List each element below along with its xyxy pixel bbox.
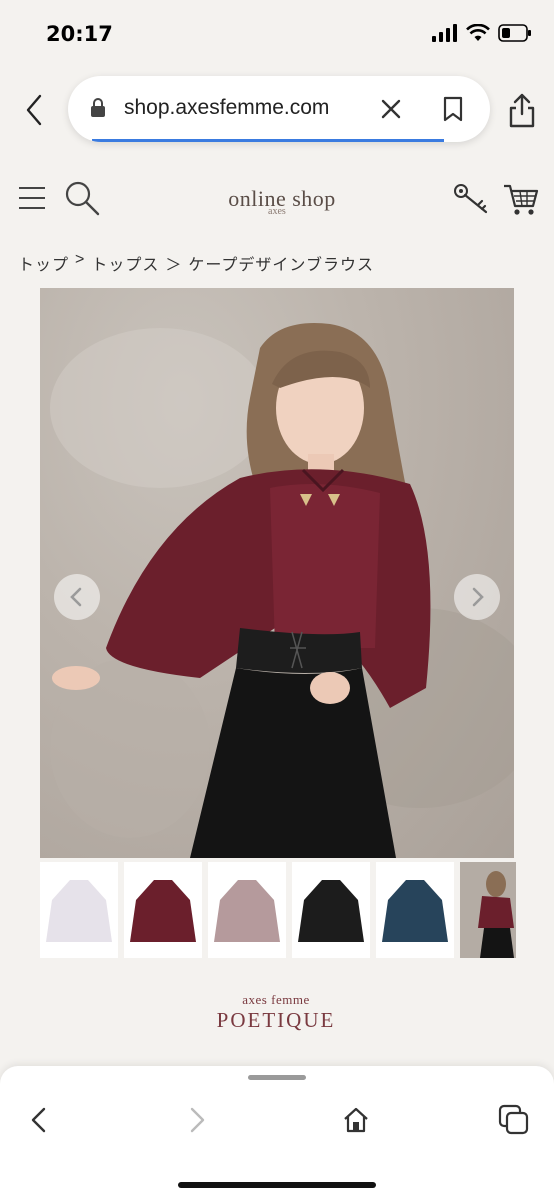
thumbnail-model[interactable] [460,862,516,958]
chevron-right-icon [472,587,484,607]
home-indicator [178,1182,376,1188]
status-time: 20:17 [46,22,113,46]
back-icon[interactable] [28,1106,50,1134]
thumbnail-navy[interactable] [376,862,454,958]
forward-icon[interactable] [186,1106,208,1134]
site-logo[interactable]: online shop axes [222,186,342,226]
breadcrumb-current: ケープデザインブラウス [188,257,374,274]
back-icon[interactable] [20,92,48,128]
carousel-next-button[interactable] [454,574,500,620]
blouse-shape [298,880,364,942]
signal-icon [432,24,457,42]
tabs-icon[interactable] [498,1104,530,1136]
bookmark-icon[interactable] [442,96,464,122]
cart-icon[interactable] [502,180,540,218]
blouse-shape [382,880,448,942]
blouse-shape [214,880,280,942]
address-bar[interactable]: shop.axesfemme.com [68,76,490,142]
breadcrumb-separator: > [75,251,86,268]
breadcrumb-separator: ＞ [165,257,183,274]
chevron-left-icon [70,587,82,607]
model-illustration [50,323,514,858]
search-icon[interactable] [64,180,100,216]
brand-top-text: axes femme [242,992,310,1007]
thumbnail-black[interactable] [292,862,370,958]
breadcrumb: トップ > トップス ＞ ケープデザインブラウス [18,251,374,275]
share-icon[interactable] [506,92,538,128]
close-icon[interactable] [380,98,402,120]
lock-icon [91,98,105,117]
site-header: online shop axes [0,158,554,242]
browser-bar: shop.axesfemme.com [0,62,554,158]
key-icon[interactable] [452,182,490,216]
url-text: shop.axesfemme.com [124,96,330,119]
thumbnail-lavender[interactable] [40,862,118,958]
status-bar: 20:17 [0,0,554,62]
blouse-shape [46,880,112,942]
logo-sub: axes [268,206,286,217]
thumbnail-mauve[interactable] [208,862,286,958]
load-progress-bar [92,139,444,142]
carousel-prev-button[interactable] [54,574,100,620]
brand-logo[interactable]: axes femme POETIQUE [188,992,364,1042]
status-icons [432,24,532,42]
battery-icon [498,24,531,42]
thumbnail-burgundy[interactable] [124,862,202,958]
breadcrumb-top[interactable]: トップ [18,251,69,275]
blouse-shape [130,880,196,942]
brand-main-text: POETIQUE [216,1008,336,1032]
breadcrumb-tops[interactable]: トップス [91,251,159,275]
grab-handle[interactable] [248,1075,306,1080]
menu-icon[interactable] [18,186,46,210]
home-icon[interactable] [342,1106,370,1134]
browser-toolbar [0,1066,554,1200]
product-main-image[interactable] [40,288,514,858]
wifi-icon [466,24,490,41]
thumbnail-strip [40,862,516,958]
